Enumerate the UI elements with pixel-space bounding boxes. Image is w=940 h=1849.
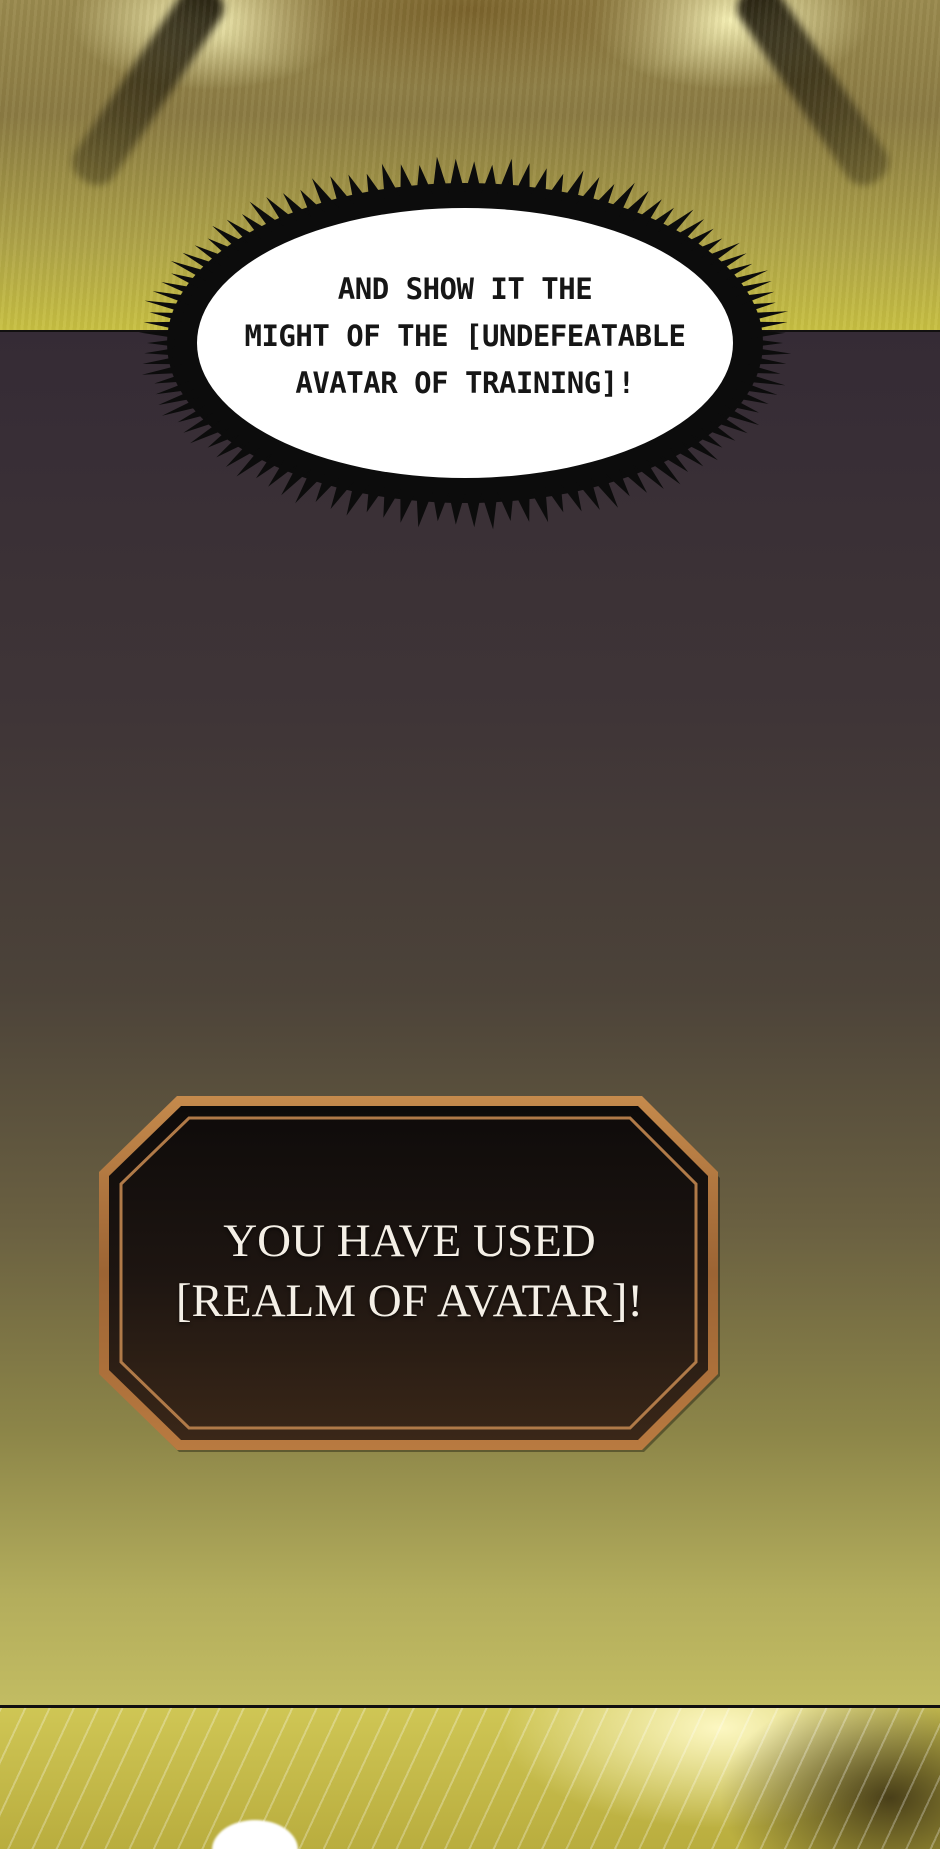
speech-line-1: AND SHOW IT THE [337,272,593,306]
system-line-2: [REALM OF AVATAR]! [175,1275,644,1327]
system-line-1: YOU HAVE USED [223,1215,596,1267]
speech-line-3: AVATAR OF TRAINING]! [295,366,635,400]
speech-line-2: MIGHT OF THE [UNDEFEATABLE [244,319,686,353]
speed-lines [0,1708,940,1849]
spiky-speech-bubble: AND SHOW IT THE MIGHT OF THE [UNDEFEATAB… [135,148,795,538]
system-message-text: YOU HAVE USED [REALM OF AVATAR]! [97,1211,722,1331]
system-message-box: YOU HAVE USED [REALM OF AVATAR]! [97,1094,722,1452]
speech-bubble-text: AND SHOW IT THE MIGHT OF THE [UNDEFEATAB… [135,266,795,407]
bottom-art-panel [0,1708,940,1849]
